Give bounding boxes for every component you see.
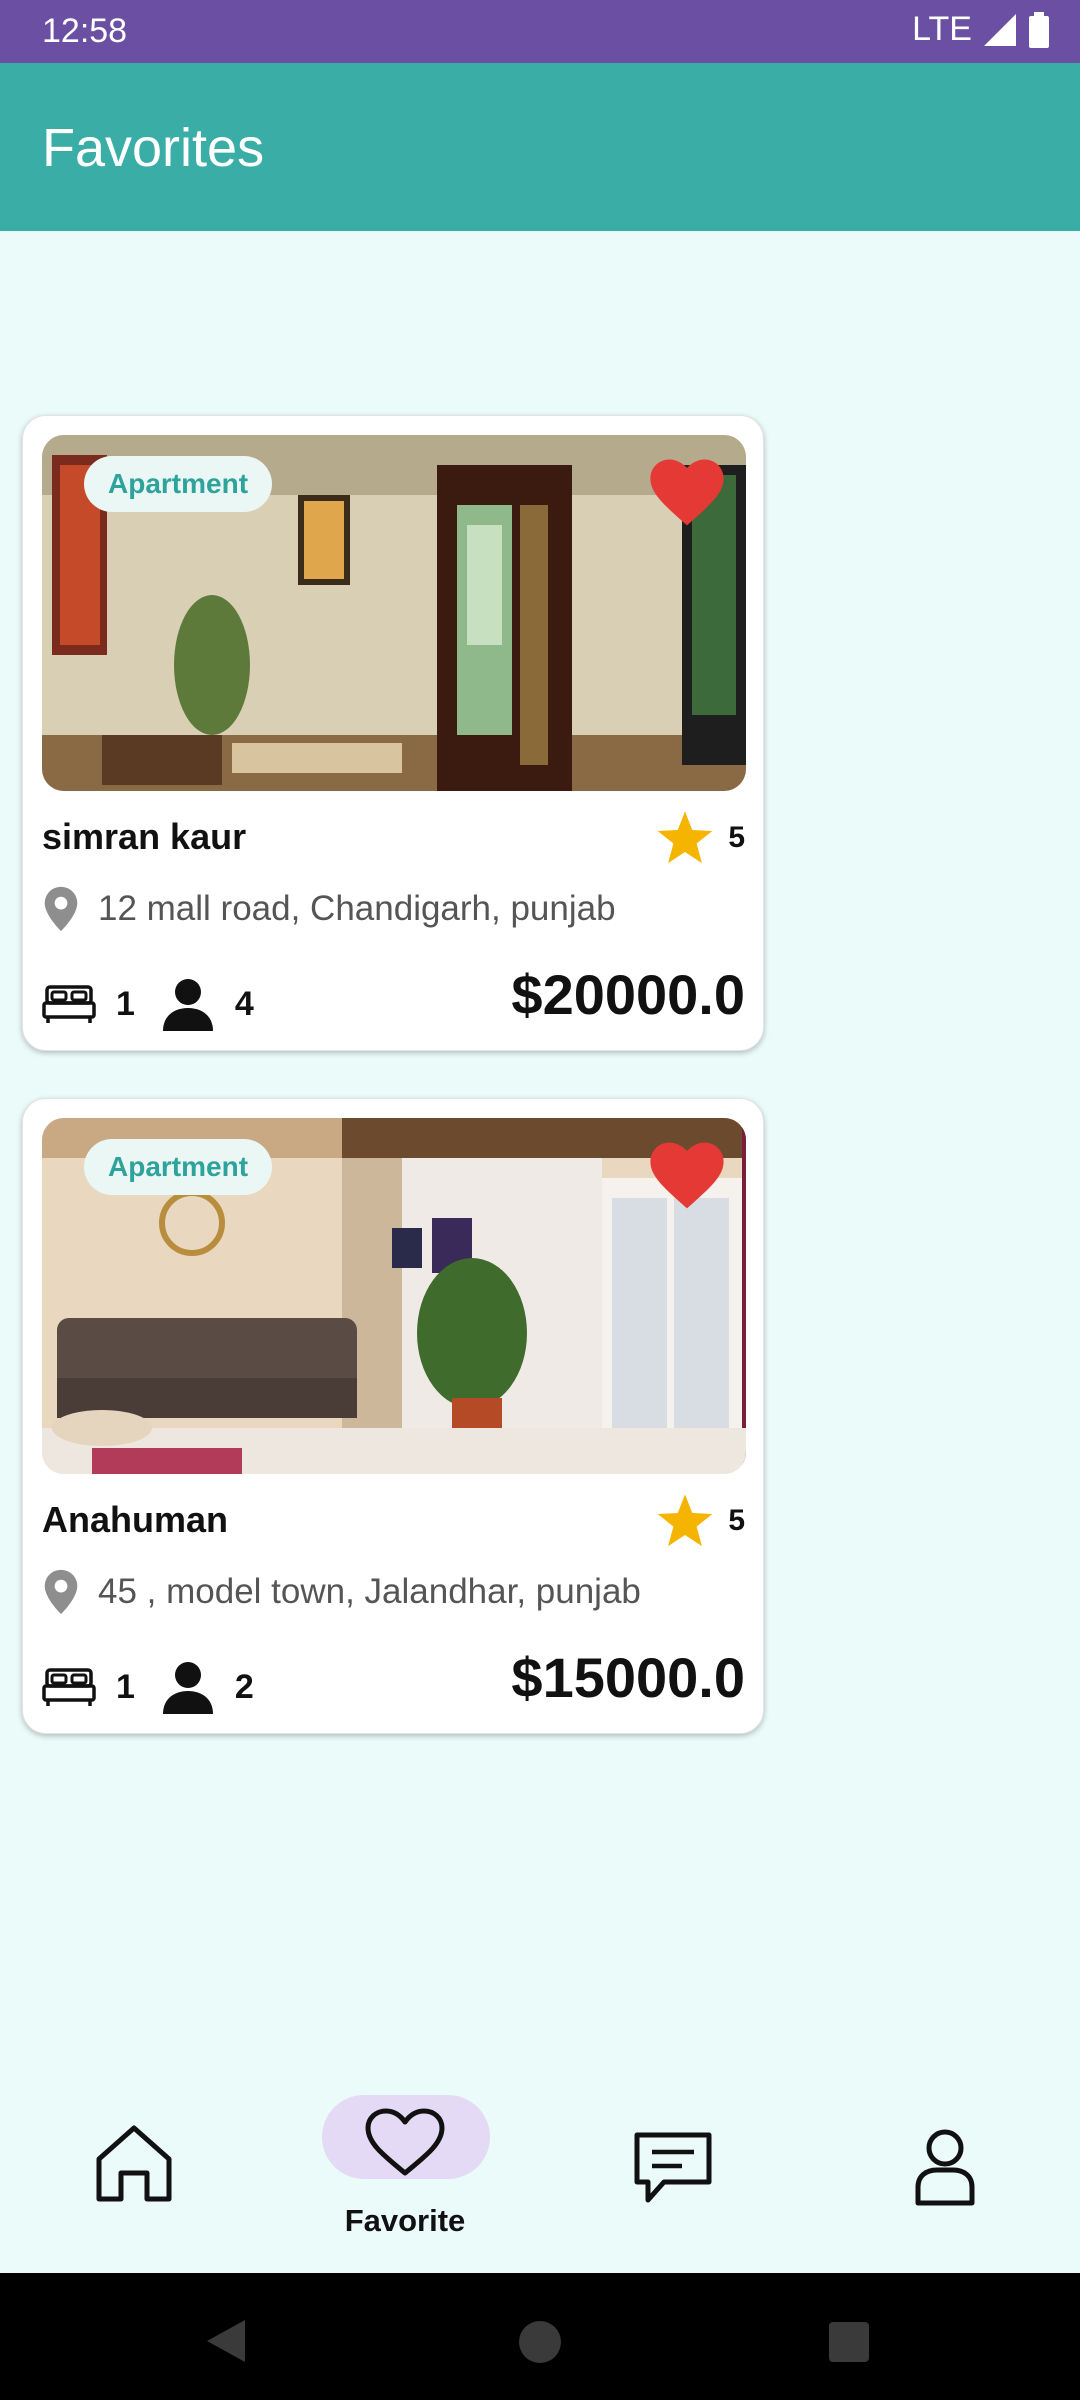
rating-value: 5 — [728, 821, 745, 854]
owner-name: simran kaur — [42, 816, 247, 857]
stats-row: 1 2 — [42, 1659, 254, 1715]
address-text: 12 mall road, Chandigarh, punjab — [98, 889, 616, 928]
guests-count: 4 — [234, 984, 254, 1023]
system-navigation-bar — [0, 2273, 1080, 2400]
address-row: 45 , model town, Jalandhar, punjab — [42, 1569, 641, 1615]
nav-profile[interactable] — [810, 2045, 1080, 2273]
nav-label-favorite: Favorite — [344, 2203, 466, 2238]
network-type: LTE — [912, 10, 972, 48]
nav-home[interactable] — [0, 2045, 270, 2273]
rating: 5 — [656, 1493, 745, 1549]
status-time: 12:58 — [42, 12, 128, 50]
status-bar: 12:58 LTE — [0, 0, 1080, 63]
owner-name: Anahuman — [42, 1499, 229, 1540]
status-icons: LTE — [912, 10, 1050, 49]
favorite-heart-icon[interactable] — [648, 457, 726, 527]
star-icon — [658, 811, 713, 864]
price: $20000.0 — [511, 963, 745, 1026]
listing-card[interactable]: Apartment simran kaur 5 12 mall road, Ch… — [22, 415, 764, 1051]
star-icon — [658, 1494, 713, 1547]
bed-icon — [42, 1668, 96, 1706]
nav-favorite[interactable]: Favorite — [270, 2045, 540, 2273]
heart-icon — [365, 2108, 445, 2176]
back-icon[interactable] — [205, 2318, 247, 2364]
beds-count: 1 — [116, 984, 135, 1023]
app-bar: Favorites — [0, 63, 1080, 231]
address-row: 12 mall road, Chandigarh, punjab — [42, 886, 616, 932]
rating: 5 — [656, 810, 745, 866]
address-text: 45 , model town, Jalandhar, punjab — [98, 1572, 641, 1611]
page-title: Favorites — [42, 118, 265, 178]
home-icon — [96, 2125, 172, 2202]
message-icon — [634, 2132, 712, 2203]
listing-photo[interactable]: Apartment — [42, 1118, 746, 1474]
bed-icon — [42, 985, 96, 1023]
rating-value: 5 — [728, 1504, 745, 1537]
bottom-navigation: Favorite — [0, 2045, 1080, 2273]
person-icon — [162, 979, 213, 1031]
nav-messages[interactable] — [540, 2045, 810, 2273]
favorite-heart-icon[interactable] — [648, 1140, 726, 1210]
listing-card[interactable]: Apartment Anahuman 5 45 , model town, Ja… — [22, 1098, 764, 1734]
battery-icon — [1029, 11, 1049, 48]
property-type-chip: Apartment — [84, 456, 273, 512]
listing-photo[interactable]: Apartment — [42, 435, 746, 791]
guests-count: 2 — [234, 1667, 254, 1706]
signal-icon — [984, 13, 1016, 46]
stats-row: 1 4 — [42, 976, 254, 1032]
home-circle-icon[interactable] — [517, 2319, 563, 2365]
location-pin-icon — [44, 1569, 78, 1615]
profile-icon — [915, 2129, 975, 2206]
property-type-chip: Apartment — [84, 1139, 273, 1195]
price: $15000.0 — [511, 1646, 745, 1709]
recents-icon[interactable] — [828, 2321, 870, 2363]
beds-count: 1 — [116, 1667, 135, 1706]
person-icon — [162, 1662, 213, 1714]
location-pin-icon — [44, 886, 78, 932]
